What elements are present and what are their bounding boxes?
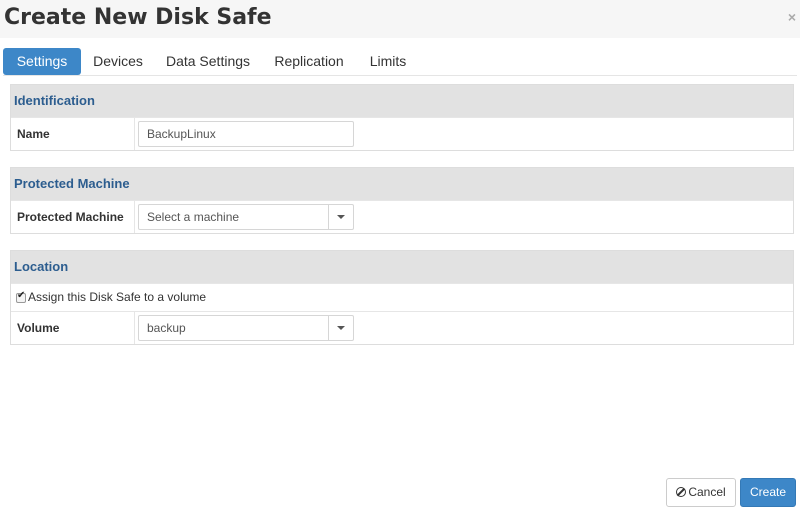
identification-section: Identification Name [10,84,794,151]
name-label: Name [11,118,135,150]
tab-settings[interactable]: Settings [3,48,81,75]
chevron-down-icon [337,215,345,219]
section-title-location: Location [11,251,793,283]
create-disk-safe-dialog: Create New Disk Safe × Settings Devices … [0,0,800,516]
tab-bar: Settings Devices Data Settings Replicati… [3,48,797,76]
protected-machine-label: Protected Machine [11,201,135,233]
volume-select[interactable]: backup [138,315,354,341]
location-section: Location ✔ Assign this Disk Safe to a vo… [10,250,794,345]
check-icon: ✔ [17,290,26,301]
ban-icon [676,487,687,497]
tab-replication[interactable]: Replication [267,48,351,75]
dialog-header: Create New Disk Safe × [0,0,800,38]
select-divider [328,316,329,340]
volume-label: Volume [11,312,135,344]
assign-volume-row: ✔ Assign this Disk Safe to a volume [11,283,793,311]
section-title-identification: Identification [11,85,793,117]
create-button[interactable]: Create [740,478,796,507]
protected-machine-value: Select a machine [147,210,240,224]
tab-devices[interactable]: Devices [87,48,149,75]
tab-limits[interactable]: Limits [361,48,415,75]
name-input[interactable] [138,121,354,147]
volume-row: Volume backup [11,311,793,344]
protected-machine-select[interactable]: Select a machine [138,204,354,230]
protected-machine-row: Protected Machine Select a machine [11,200,793,233]
assign-volume-checkbox[interactable]: ✔ [16,290,26,303]
tab-data-settings[interactable]: Data Settings [159,48,257,75]
cancel-button-label: Cancel [688,485,726,499]
volume-value: backup [147,321,186,335]
chevron-down-icon [337,326,345,330]
cancel-button[interactable]: Cancel [666,478,736,507]
name-row: Name [11,117,793,150]
protected-machine-section: Protected Machine Protected Machine Sele… [10,167,794,234]
section-title-protected-machine: Protected Machine [11,168,793,200]
dialog-title: Create New Disk Safe [4,5,272,30]
assign-volume-label[interactable]: Assign this Disk Safe to a volume [28,284,206,311]
close-icon[interactable]: × [788,9,796,25]
select-divider [328,205,329,229]
